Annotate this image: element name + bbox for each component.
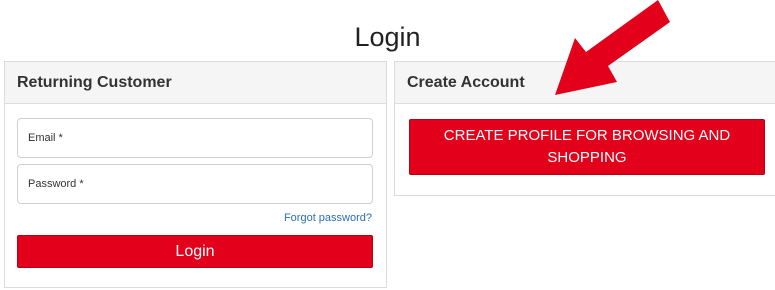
email-field[interactable]	[17, 118, 373, 158]
arrow-pointer-icon	[555, 0, 670, 95]
returning-customer-panel: Returning Customer Forgot password? Logi…	[4, 61, 387, 288]
returning-customer-header: Returning Customer	[5, 62, 386, 104]
password-field[interactable]	[17, 164, 373, 204]
login-button[interactable]: Login	[17, 235, 373, 268]
forgot-password-link[interactable]: Forgot password?	[284, 212, 372, 224]
create-profile-button[interactable]: CREATE PROFILE FOR BROWSING AND SHOPPING	[409, 119, 765, 175]
